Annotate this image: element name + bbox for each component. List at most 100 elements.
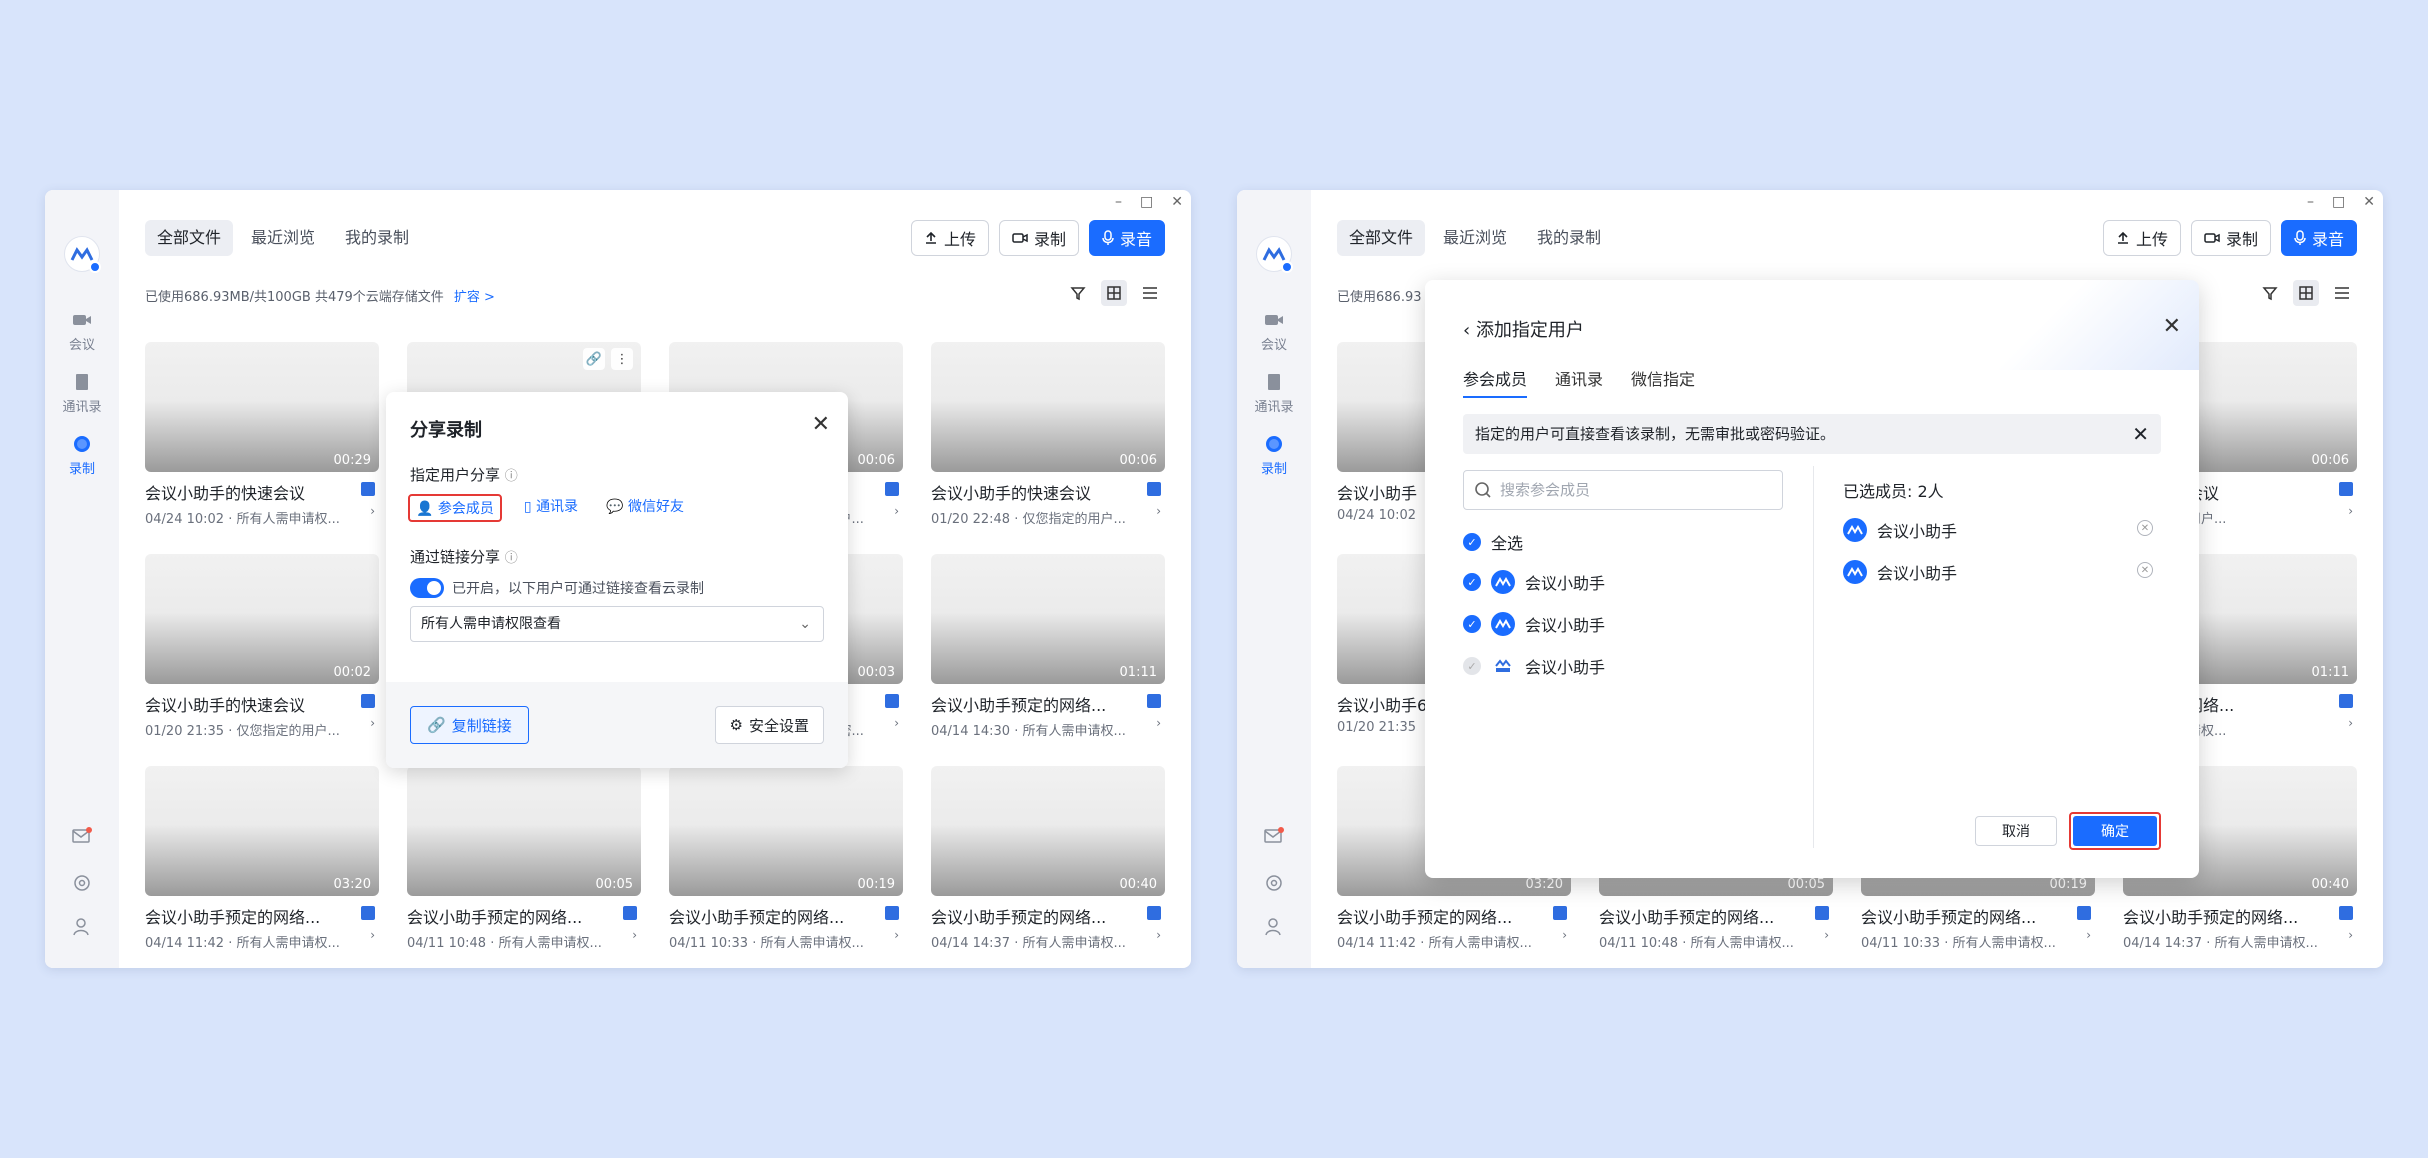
tab-participants[interactable]: 参会成员 [1463, 366, 1528, 398]
tab-all-files[interactable]: 全部文件 [1337, 220, 1426, 256]
upload-button[interactable]: 上传 [2102, 220, 2181, 256]
share-option-contacts[interactable]: ▯ 通讯录 [518, 494, 584, 522]
close-button[interactable]: ✕ [2363, 194, 2375, 210]
minimize-button[interactable]: – [2307, 194, 2314, 210]
share-option-wechat[interactable]: 💬 微信好友 [600, 494, 690, 522]
sidebar-item-meeting[interactable]: 会议 [45, 310, 119, 353]
chevron-right-icon[interactable]: › [2348, 928, 2353, 942]
chevron-right-icon[interactable]: › [2086, 928, 2091, 942]
member-row[interactable]: ✓ 会议小助手 [1463, 654, 1605, 678]
chevron-right-icon[interactable]: › [894, 504, 899, 518]
filter-icon[interactable] [1065, 280, 1091, 306]
recording-thumbnail[interactable]: 03:20 [145, 766, 379, 896]
chevron-right-icon[interactable]: › [2348, 716, 2353, 730]
user-icon[interactable] [1237, 916, 1311, 942]
list-view-icon[interactable] [1137, 280, 1163, 306]
sidebar-item-contacts[interactable]: 通讯录 [1237, 372, 1311, 415]
grid-view-icon[interactable] [1101, 280, 1127, 306]
maximize-button[interactable]: □ [1140, 194, 1153, 210]
close-button[interactable]: ✕ [1171, 194, 1183, 210]
maximize-button[interactable]: □ [2332, 194, 2345, 210]
grid-view-icon[interactable] [2293, 280, 2319, 306]
recording-thumbnail[interactable]: 01:11 [931, 554, 1165, 684]
recording-thumbnail[interactable]: 00:06 [931, 342, 1165, 472]
settings-icon[interactable] [45, 872, 119, 898]
recording-card[interactable]: 00:02 会议小助手的快速会议 01/20 21:35 · 仅您指定的用户... › [145, 554, 379, 739]
chevron-right-icon[interactable]: › [1156, 504, 1161, 518]
checkbox-checked-icon[interactable]: ✓ [1463, 615, 1481, 633]
security-settings-button[interactable]: ⚙ 安全设置 [714, 706, 824, 744]
link-share-toggle[interactable] [410, 578, 444, 598]
filter-icon[interactable] [2257, 280, 2283, 306]
permission-select[interactable]: 所有人需申请权限查看 ⌄ [410, 606, 824, 642]
search-input[interactable]: 搜索参会成员 [1463, 470, 1783, 510]
tab-all-files[interactable]: 全部文件 [145, 220, 234, 256]
close-icon[interactable]: ✕ [2132, 414, 2149, 454]
user-icon[interactable] [45, 916, 119, 942]
recording-card[interactable]: 03:20 会议小助手预定的网络... 04/14 11:42 · 所有人需申请权.… [145, 766, 379, 951]
sidebar-item-record[interactable]: 录制 [45, 434, 119, 477]
tab-my-recordings[interactable]: 我的录制 [333, 220, 421, 256]
member-row[interactable]: ✓ 会议小助手 [1463, 570, 1605, 594]
recording-thumbnail[interactable]: 00:19 [669, 766, 903, 896]
share-option-participants[interactable]: 👤 参会成员 [408, 494, 502, 522]
recording-thumbnail[interactable]: 00:02 [145, 554, 379, 684]
confirm-button[interactable]: 确定 [2073, 816, 2157, 846]
settings-icon[interactable] [1237, 872, 1311, 898]
record-button[interactable]: 录制 [2190, 220, 2271, 256]
close-icon[interactable]: ✕ [812, 412, 830, 437]
chevron-right-icon[interactable]: › [2348, 504, 2353, 518]
chevron-right-icon[interactable]: › [370, 716, 375, 730]
tab-recent[interactable]: 最近浏览 [1431, 220, 1519, 256]
cancel-button[interactable]: 取消 [1975, 816, 2057, 846]
tab-wechat[interactable]: 微信指定 [1631, 366, 1695, 398]
link-icon[interactable]: 🔗 [583, 348, 605, 370]
recording-card[interactable]: 00:19 会议小助手预定的网络... 04/11 10:33 · 所有人需申请权.… [669, 766, 903, 951]
chevron-right-icon[interactable]: › [632, 928, 637, 942]
remove-icon[interactable]: ✕ [2137, 562, 2153, 578]
chevron-right-icon[interactable]: › [894, 716, 899, 730]
chevron-right-icon[interactable]: › [894, 928, 899, 942]
audio-record-button[interactable]: 录音 [1088, 220, 1165, 256]
chevron-right-icon[interactable]: › [1156, 928, 1161, 942]
close-icon[interactable]: ✕ [2163, 314, 2181, 339]
select-all-row[interactable]: ✓ 全选 [1463, 530, 1523, 554]
app-logo[interactable] [1256, 236, 1293, 273]
chevron-left-icon[interactable]: ‹ [1463, 320, 1470, 341]
sidebar-item-record[interactable]: 录制 [1237, 434, 1311, 477]
chevron-right-icon[interactable]: › [370, 928, 375, 942]
mail-icon[interactable] [45, 826, 119, 850]
recording-card[interactable]: 01:11 会议小助手预定的网络... 04/14 14:30 · 所有人需申请权.… [931, 554, 1165, 739]
recording-card[interactable]: 00:40 会议小助手预定的网络... 04/14 14:37 · 所有人需申请权.… [931, 766, 1165, 951]
sidebar-item-contacts[interactable]: 通讯录 [45, 372, 119, 415]
recording-thumbnail[interactable]: 00:40 [931, 766, 1165, 896]
sidebar-item-meeting[interactable]: 会议 [1237, 310, 1311, 353]
recording-card[interactable]: 00:29 会议小助手的快速会议 04/24 10:02 · 所有人需申请权... › [145, 342, 379, 527]
chevron-right-icon[interactable]: › [370, 504, 375, 518]
member-row[interactable]: ✓ 会议小助手 [1463, 612, 1605, 636]
upload-button[interactable]: 上传 [910, 220, 989, 256]
record-button[interactable]: 录制 [998, 220, 1079, 256]
expand-storage-link[interactable]: 扩容 > [454, 290, 495, 305]
recording-card[interactable]: 00:06 会议小助手的快速会议 01/20 22:48 · 仅您指定的用户... › [931, 342, 1165, 527]
chevron-right-icon[interactable]: › [1156, 716, 1161, 730]
chevron-right-icon[interactable]: › [1824, 928, 1829, 942]
checkbox-checked-icon[interactable]: ✓ [1463, 573, 1481, 591]
chevron-right-icon[interactable]: › [1562, 928, 1567, 942]
recording-card[interactable]: 00:05 会议小助手预定的网络... 04/11 10:48 · 所有人需申请权.… [407, 766, 641, 951]
recording-thumbnail[interactable]: 00:29 [145, 342, 379, 472]
copy-link-button[interactable]: 🔗 复制链接 [410, 706, 529, 744]
app-logo[interactable] [64, 236, 101, 273]
checkbox-checked-icon[interactable]: ✓ [1463, 533, 1481, 551]
recording-thumbnail[interactable]: 00:05 [407, 766, 641, 896]
mail-icon[interactable] [1237, 826, 1311, 850]
audio-record-button[interactable]: 录音 [2280, 220, 2357, 256]
list-view-icon[interactable] [2329, 280, 2355, 306]
tab-contacts[interactable]: 通讯录 [1555, 366, 1603, 398]
tab-recent[interactable]: 最近浏览 [239, 220, 327, 256]
remove-icon[interactable]: ✕ [2137, 520, 2153, 536]
tab-my-recordings[interactable]: 我的录制 [1525, 220, 1613, 256]
dialog-header[interactable]: ‹ 添加指定用户 [1463, 316, 1584, 342]
minimize-button[interactable]: – [1115, 194, 1122, 210]
more-icon[interactable]: ⋮ [611, 348, 633, 370]
